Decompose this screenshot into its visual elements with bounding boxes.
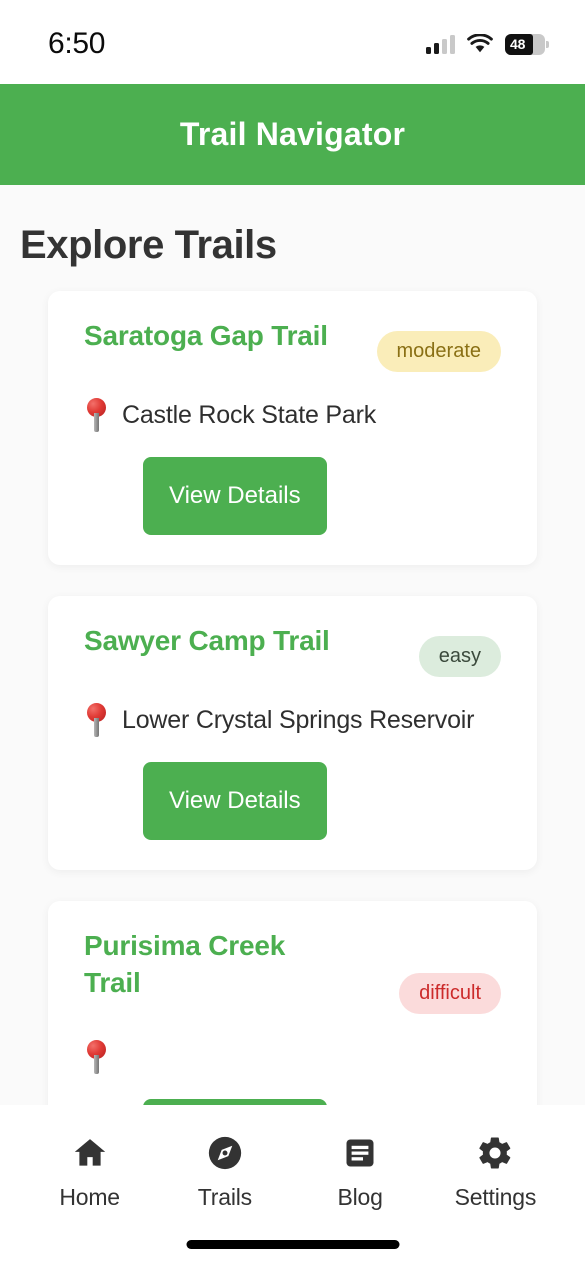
trail-location-text: Castle Rock State Park	[122, 401, 377, 429]
location-pin-icon	[86, 1040, 108, 1074]
trail-card[interactable]: Saratoga Gap Trail moderate Castle Rock …	[48, 291, 537, 565]
trail-card-header: Saratoga Gap Trail moderate	[84, 317, 501, 372]
trail-card-header: Sawyer Camp Trail easy	[84, 622, 501, 677]
view-details-button[interactable]: View Details	[143, 457, 327, 535]
trail-card[interactable]: Sawyer Camp Trail easy Lower Crystal Spr…	[48, 596, 537, 870]
compass-icon	[205, 1133, 245, 1173]
trail-location: Lower Crystal Springs Reservoir	[84, 703, 501, 737]
wifi-icon	[467, 33, 493, 54]
difficulty-badge: difficult	[399, 973, 501, 1014]
status-time: 6:50	[48, 27, 106, 60]
difficulty-badge: moderate	[376, 331, 501, 372]
trail-name: Sawyer Camp Trail	[84, 625, 330, 656]
battery-icon: 48	[505, 33, 549, 55]
battery-tip	[546, 40, 549, 48]
difficulty-badge: easy	[418, 636, 501, 677]
home-icon	[70, 1133, 110, 1173]
nav-item-home[interactable]: Home	[30, 1133, 150, 1211]
home-indicator	[186, 1240, 399, 1249]
trail-card-header: Purisima Creek Trail difficult	[84, 927, 501, 1014]
page-title: Explore Trails	[20, 223, 277, 267]
app-title: Trail Navigator	[179, 116, 406, 152]
nav-item-blog[interactable]: Blog	[300, 1133, 420, 1211]
article-icon	[340, 1133, 380, 1173]
nav-item-settings[interactable]: Settings	[435, 1133, 555, 1211]
trail-location-text: Lower Crystal Springs Reservoir	[122, 706, 475, 734]
trail-location	[84, 1040, 501, 1074]
trail-location: Castle Rock State Park	[84, 398, 501, 432]
nav-item-trails[interactable]: Trails	[165, 1133, 285, 1211]
main-content: Explore Trails Saratoga Gap Trail modera…	[0, 185, 585, 1266]
bottom-navigation-bar: Home Trails Blog Settings	[0, 1105, 585, 1266]
trail-name: Saratoga Gap Trail	[84, 320, 328, 351]
nav-label-settings: Settings	[454, 1184, 537, 1210]
nav-label-trails: Trails	[197, 1184, 252, 1210]
status-bar: 6:50 48	[0, 0, 585, 84]
battery-level: 48	[510, 36, 526, 52]
nav-label-blog: Blog	[337, 1184, 383, 1210]
location-pin-icon	[86, 703, 108, 737]
trail-name: Purisima Creek Trail	[84, 930, 286, 999]
cellular-signal-icon	[426, 34, 455, 54]
location-pin-icon	[86, 398, 108, 432]
trail-card-list: Saratoga Gap Trail moderate Castle Rock …	[0, 268, 585, 1207]
status-icons: 48	[426, 30, 549, 55]
view-details-button[interactable]: View Details	[143, 762, 327, 840]
app-header: Trail Navigator	[0, 84, 585, 185]
nav-label-home: Home	[59, 1184, 120, 1210]
gear-icon	[475, 1133, 515, 1173]
